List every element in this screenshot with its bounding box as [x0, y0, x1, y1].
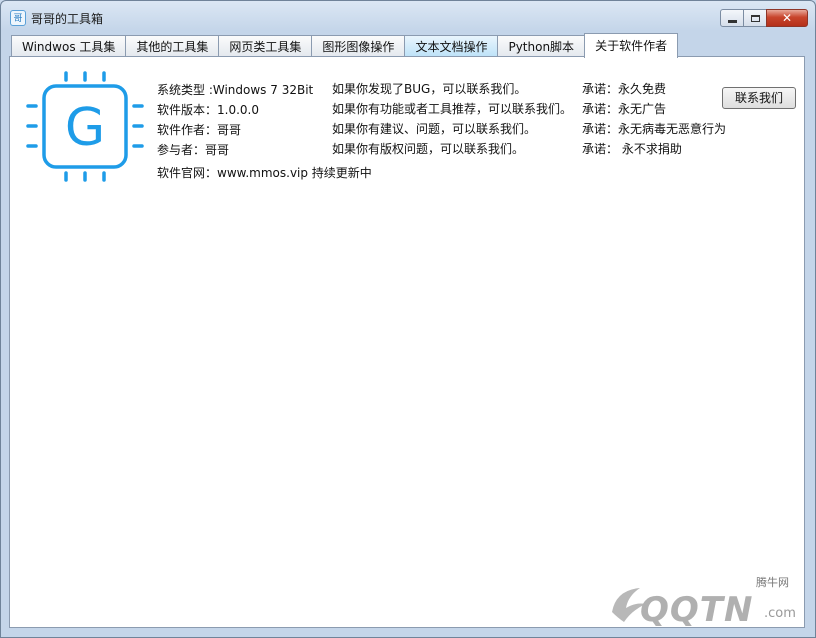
promise-free: 承诺：永久免费 [582, 82, 667, 96]
website-label: 软件官网：www.mmos.vip 持续更新中 [157, 166, 372, 180]
watermark-suffix-text: .com [764, 606, 796, 621]
tab-bar: Windwos 工具集 其他的工具集 网页类工具集 图形图像操作 文本文档操作 … [11, 33, 679, 58]
tab-windows-tools[interactable]: Windwos 工具集 [11, 35, 127, 57]
contact-us-button[interactable]: 联系我们 [722, 87, 796, 109]
window-controls: ✕ [720, 9, 808, 27]
window-title: 哥哥的工具箱 [31, 12, 104, 26]
watermark-en-text: QQTN [640, 590, 754, 630]
minimize-icon [727, 19, 737, 23]
tab-about-author[interactable]: 关于软件作者 [584, 33, 679, 58]
maximize-button[interactable] [743, 9, 767, 27]
contact-line-suggestion: 如果你有建议、问题，可以联系我们。 [332, 122, 537, 136]
promise-no-virus: 承诺：永无病毒无恶意行为 [582, 122, 727, 136]
contact-line-feature: 如果你有功能或者工具推荐，可以联系我们。 [332, 102, 573, 116]
software-version-label: 软件版本：1.0.0.0 [157, 103, 259, 117]
g-logo-icon: G [26, 71, 144, 182]
participants-label: 参与者：哥哥 [157, 143, 230, 157]
contact-line-bug: 如果你发现了BUG，可以联系我们。 [332, 82, 527, 96]
close-icon: ✕ [781, 11, 793, 25]
app-window: 哥 哥哥的工具箱 ✕ Windwos 工具集 其他的工具集 网页类工具集 图形图… [0, 0, 816, 638]
title-bar[interactable]: 哥 哥哥的工具箱 ✕ [1, 1, 815, 33]
promise-no-donation: 承诺： 永不求捐助 [582, 142, 682, 156]
close-button[interactable]: ✕ [766, 9, 808, 27]
tab-image-tools[interactable]: 图形图像操作 [311, 35, 406, 57]
tab-web-tools[interactable]: 网页类工具集 [218, 35, 313, 57]
tab-python-scripts[interactable]: Python脚本 [497, 35, 586, 57]
logo-letter: G [65, 98, 105, 158]
system-type-label: 系统类型 :Windows 7 32Bit [157, 83, 314, 97]
app-icon: 哥 [10, 10, 26, 26]
watermark: 腾牛网 QQTN .com [606, 576, 810, 634]
tab-text-tools[interactable]: 文本文档操作 [404, 35, 499, 57]
minimize-button[interactable] [720, 9, 744, 27]
maximize-icon [750, 14, 760, 22]
contact-line-copyright: 如果你有版权问题，可以联系我们。 [332, 142, 525, 156]
software-author-label: 软件作者：哥哥 [157, 123, 242, 137]
tab-other-tools[interactable]: 其他的工具集 [125, 35, 220, 57]
watermark-cn-text: 腾牛网 [756, 576, 789, 589]
about-panel: G 系统类型 :Windows 7 32Bit 软件版本：1.0.0.0 软件作… [9, 56, 805, 628]
promise-no-ads: 承诺：永无广告 [582, 102, 667, 116]
